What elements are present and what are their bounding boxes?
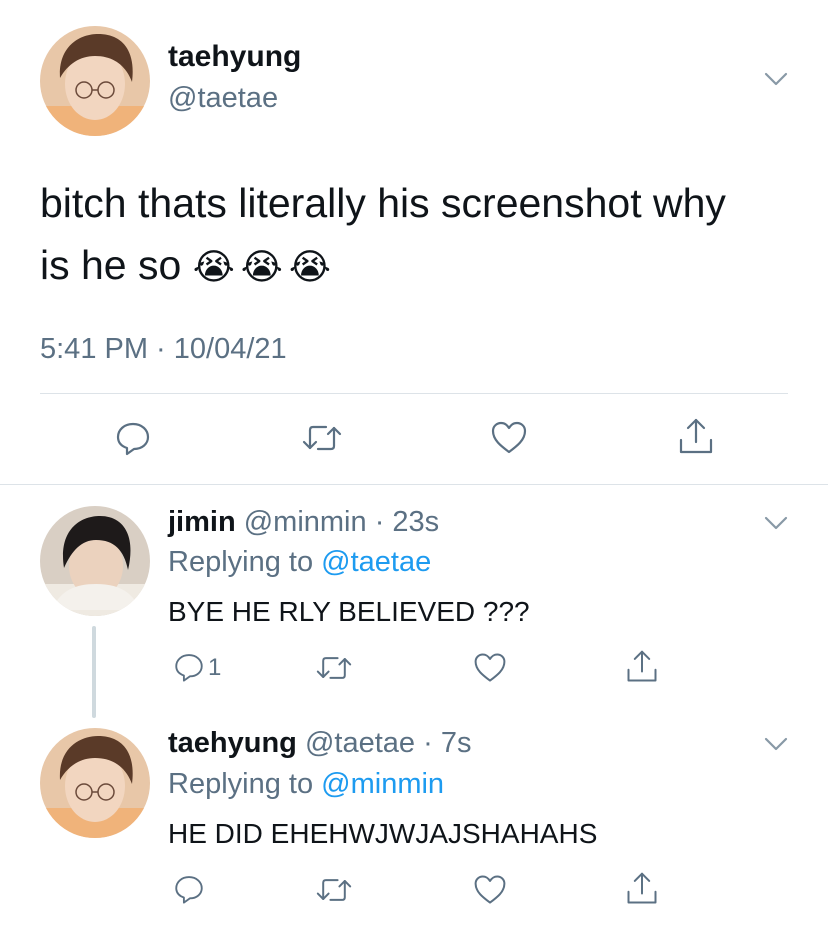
reply2-time[interactable]: · 7s <box>423 727 471 759</box>
reply2-replying-line: Replying to @minmin <box>168 768 444 801</box>
main-like-button[interactable] <box>489 418 529 458</box>
avatar-taehyung[interactable] <box>40 26 150 136</box>
main-tweet-display-name[interactable]: taehyung <box>168 40 301 74</box>
heart-icon <box>491 421 527 454</box>
reply2-share-button[interactable] <box>624 870 660 908</box>
reply2-replying-prefix: Replying to <box>168 768 314 800</box>
reply1-text: BYE HE RLY BELIEVED ??? <box>168 596 530 627</box>
share-icon <box>627 872 657 904</box>
reply-icon <box>175 654 203 682</box>
main-share-button[interactable] <box>676 416 716 458</box>
reply1-handle[interactable]: @minmin <box>244 506 367 538</box>
reply1-retweet-button[interactable] <box>314 650 354 686</box>
avatar-jimin[interactable] <box>40 506 150 616</box>
reply1-replying-prefix: Replying to <box>168 546 314 578</box>
main-retweet-button[interactable] <box>300 418 344 458</box>
reply1-replying-line: Replying to @taetae <box>168 546 431 579</box>
retweet-icon <box>302 425 342 451</box>
reply-icon <box>116 422 150 456</box>
retweet-icon <box>316 657 352 679</box>
main-tweet-more-button[interactable] <box>760 64 792 92</box>
reply2-handle[interactable]: @taetae <box>305 727 415 759</box>
main-tweet-text-line2-words: is he so <box>40 242 182 288</box>
reply2-reply-button[interactable] <box>172 872 212 908</box>
share-icon <box>627 650 657 682</box>
reply2-replying-to-link[interactable]: @minmin <box>321 768 444 800</box>
reply-icon <box>175 876 203 904</box>
section-divider <box>0 484 828 485</box>
reply2-retweet-button[interactable] <box>314 872 354 908</box>
reply1-header: jimin @minmin · 23s <box>168 506 439 539</box>
retweet-icon <box>316 879 352 901</box>
thread-connector-line <box>92 626 96 718</box>
share-icon <box>679 418 713 454</box>
reply1-more-button[interactable] <box>760 508 792 536</box>
reply1-like-button[interactable] <box>472 650 508 686</box>
reply2-display-name[interactable]: taehyung <box>168 727 297 759</box>
reply1-replying-to-link[interactable]: @taetae <box>321 546 431 578</box>
crying-emoji-icon: 😭😭😭 <box>192 246 337 287</box>
main-tweet-timestamp[interactable]: 5:41 PM · 10/04/21 <box>40 333 287 366</box>
reply2-text: HE DID EHEHWJWJAJSHAHAHS <box>168 818 598 849</box>
reply1-display-name[interactable]: jimin <box>168 506 236 538</box>
chevron-down-icon <box>764 737 788 751</box>
reply1-reply-button[interactable]: 1 <box>172 650 232 686</box>
heart-icon <box>474 875 506 904</box>
main-tweet-handle[interactable]: @taetae <box>168 82 278 115</box>
reply2-more-button[interactable] <box>760 729 792 757</box>
main-tweet-divider <box>40 393 788 394</box>
reply2-like-button[interactable] <box>472 872 508 908</box>
heart-icon <box>474 653 506 682</box>
reply1-reply-count: 1 <box>208 654 222 681</box>
chevron-down-icon <box>764 516 788 530</box>
main-reply-button[interactable] <box>113 418 153 458</box>
reply1-share-button[interactable] <box>624 648 660 686</box>
main-tweet-text: bitch thats literally his screenshot why… <box>40 172 800 298</box>
avatar-taehyung-reply[interactable] <box>40 728 150 838</box>
reply1-time[interactable]: · 23s <box>375 506 439 538</box>
reply2-header: taehyung @taetae · 7s <box>168 727 471 760</box>
chevron-down-icon <box>764 72 788 86</box>
main-tweet-text-line2: is he so 😭😭😭 <box>40 234 800 298</box>
main-tweet-text-line1: bitch thats literally his screenshot why <box>40 180 726 226</box>
